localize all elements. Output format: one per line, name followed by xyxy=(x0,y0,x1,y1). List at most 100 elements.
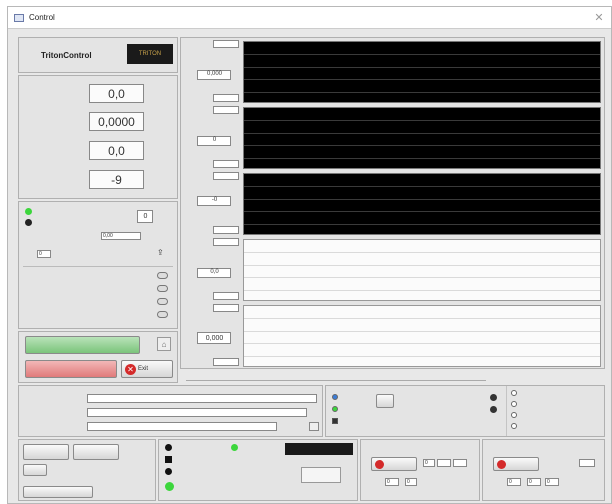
mode-radio-2[interactable] xyxy=(332,406,338,412)
plot-3-value: -0 xyxy=(197,196,231,206)
bottom-button-4[interactable] xyxy=(23,486,93,498)
opt-radio-1[interactable] xyxy=(511,390,517,396)
title-bar: Control ✕ xyxy=(8,7,611,29)
status-led-1 xyxy=(25,208,32,215)
setting-stepper[interactable]: 0,00 xyxy=(101,232,141,240)
plot-5-controls: 0,000 xyxy=(187,304,242,368)
motor-2-field-3[interactable]: 0 xyxy=(527,478,541,486)
readout-value-2: 0,0000 xyxy=(89,112,144,131)
bottom-button-3[interactable] xyxy=(23,464,47,476)
plot-3-area[interactable] xyxy=(243,173,601,235)
close-icon[interactable]: ✕ xyxy=(592,11,606,25)
upload-icon[interactable]: ⇪ xyxy=(157,248,167,260)
plot-3-max-field[interactable] xyxy=(213,172,239,180)
plots-panel: 0,000 0 -0 0,0 0,000 xyxy=(180,37,605,369)
plot-4-controls: 0,0 xyxy=(187,238,242,302)
plot-4-min-field[interactable] xyxy=(213,292,239,300)
plot-4-area[interactable] xyxy=(243,239,601,301)
status-led-2 xyxy=(25,219,32,226)
motor-2-button[interactable] xyxy=(493,457,539,471)
status-item-led-2 xyxy=(231,444,238,451)
motor-1-field-2[interactable] xyxy=(437,459,451,467)
file-field-0[interactable] xyxy=(87,394,317,403)
opt-radio-3[interactable] xyxy=(511,412,517,418)
motor-1-field-1[interactable]: 0 xyxy=(423,459,435,467)
opt-radio-2[interactable] xyxy=(511,401,517,407)
plot-1-max-field[interactable] xyxy=(213,40,239,48)
motor-1-field-3[interactable] xyxy=(453,459,467,467)
plot-5-min-field[interactable] xyxy=(213,358,239,366)
status-display xyxy=(285,443,353,455)
bottom-buttons-panel xyxy=(18,439,156,501)
exit-button[interactable]: ✕ Exit xyxy=(121,360,173,378)
status-big-led xyxy=(165,482,174,491)
window-title: Control xyxy=(29,13,55,22)
file-path-2[interactable] xyxy=(87,422,277,431)
motor-2-field-4[interactable]: 0 xyxy=(545,478,559,486)
opt-led-1 xyxy=(490,394,497,401)
plot-4-max-field[interactable] xyxy=(213,238,239,246)
toggle-3[interactable] xyxy=(157,298,168,305)
main-window: Control ✕ TritonControl TRITON 0,0 0,000… xyxy=(7,6,612,504)
record-icon xyxy=(375,460,384,469)
divider xyxy=(23,266,173,267)
status-panel xyxy=(158,439,358,501)
mode-radio-1[interactable] xyxy=(332,394,338,400)
exit-icon: ✕ xyxy=(125,364,136,375)
motor-2-field-1[interactable] xyxy=(579,459,595,467)
options-indicators xyxy=(456,392,502,432)
plot-2-area[interactable] xyxy=(243,107,601,169)
brand-logo: TRITON xyxy=(127,44,173,64)
motor-1-button[interactable] xyxy=(371,457,417,471)
plot-1-controls: 0,000 xyxy=(187,40,242,104)
tab-strip[interactable] xyxy=(186,371,486,381)
opt-radio-4[interactable] xyxy=(511,423,517,429)
plot-1-min-field[interactable] xyxy=(213,94,239,102)
status-item-led-3 xyxy=(165,456,172,463)
plot-5-value: 0,000 xyxy=(197,332,231,344)
mode-panel xyxy=(325,385,605,437)
toggle-2[interactable] xyxy=(157,285,168,292)
brand-panel: TritonControl TRITON xyxy=(18,37,178,73)
readout-value-1: 0,0 xyxy=(89,84,144,103)
status-datetime xyxy=(301,467,341,483)
setting-field[interactable]: 0 xyxy=(137,210,153,223)
options-list xyxy=(506,386,604,436)
browse-button[interactable] xyxy=(309,422,319,431)
record-icon-2 xyxy=(497,460,506,469)
plot-5-area[interactable] xyxy=(243,305,601,367)
action-panel: ⌂ ✕ Exit xyxy=(18,331,178,383)
plot-1-value: 0,000 xyxy=(197,70,231,80)
plot-3-controls: -0 xyxy=(187,172,242,236)
status-item-led-4 xyxy=(165,468,172,475)
toggle-4[interactable] xyxy=(157,311,168,318)
motor-1-field-5[interactable]: 0 xyxy=(405,478,417,486)
plot-5-max-field[interactable] xyxy=(213,304,239,312)
motor-2-field-2[interactable]: 0 xyxy=(507,478,521,486)
bottom-button-1[interactable] xyxy=(23,444,69,460)
readout-value-4: -9 xyxy=(89,170,144,189)
lock-icon[interactable]: ⌂ xyxy=(157,337,171,351)
mode-check-3[interactable] xyxy=(332,418,338,424)
toggle-1[interactable] xyxy=(157,272,168,279)
files-panel xyxy=(18,385,323,437)
setting-small-field[interactable]: 0 xyxy=(37,250,51,258)
stop-button[interactable] xyxy=(25,360,117,378)
brand-title: TritonControl xyxy=(41,51,92,60)
motor-panel-2: 0 0 0 xyxy=(482,439,605,501)
plot-2-min-field[interactable] xyxy=(213,160,239,168)
tab-bar xyxy=(180,369,605,383)
plot-2-max-field[interactable] xyxy=(213,106,239,114)
bottom-button-2[interactable] xyxy=(73,444,119,460)
plot-2-controls: 0 xyxy=(187,106,242,170)
plot-2-value: 0 xyxy=(197,136,231,146)
readout-value-3: 0,0 xyxy=(89,141,144,160)
opt-led-2 xyxy=(490,406,497,413)
mode-button[interactable] xyxy=(376,394,394,408)
file-path-1[interactable] xyxy=(87,408,307,417)
plot-1-area[interactable] xyxy=(243,41,601,103)
plot-4-value: 0,0 xyxy=(197,268,231,278)
plot-3-min-field[interactable] xyxy=(213,226,239,234)
motor-1-field-4[interactable]: 0 xyxy=(385,478,399,486)
start-button[interactable] xyxy=(25,336,140,354)
